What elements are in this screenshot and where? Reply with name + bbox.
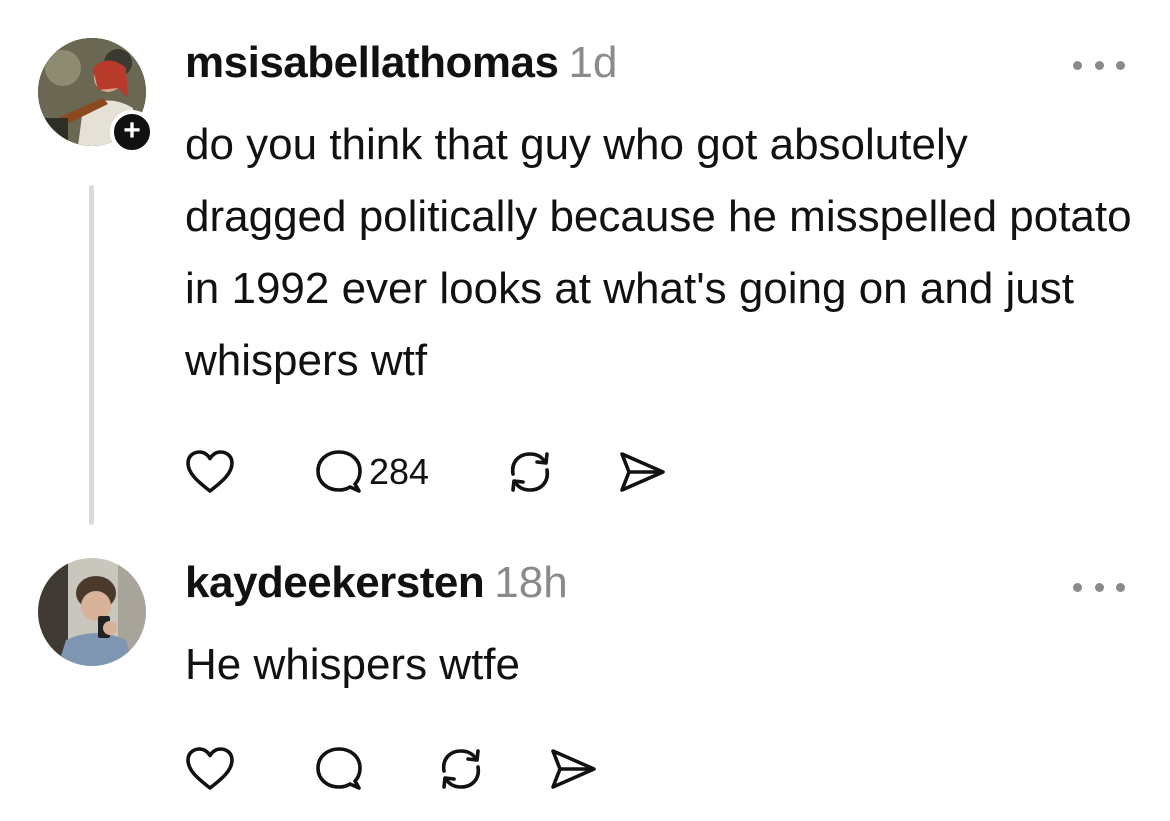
comment-icon (316, 747, 362, 790)
reply-button[interactable]: 284 (315, 448, 429, 496)
avatar-photo-icon (38, 558, 146, 666)
like-button[interactable] (185, 449, 235, 495)
share-button[interactable] (616, 449, 668, 495)
timestamp: 1d (568, 38, 618, 87)
post-msisabellathomas: + msisabellathomas 1d do you think that g… (0, 0, 1170, 540)
post-header: msisabellathomas 1d (185, 38, 617, 88)
post-text: He whispers wtfe (185, 640, 521, 689)
avatar[interactable] (38, 558, 146, 666)
repost-button[interactable] (504, 448, 556, 496)
heart-icon (186, 747, 234, 790)
post-kaydeekersten: kaydeekersten 18h He whispers wtfe (0, 540, 1170, 821)
reply-count: 284 (369, 451, 430, 492)
more-dots-icon (1073, 582, 1082, 592)
send-icon (551, 749, 596, 789)
username[interactable]: kaydeekersten (185, 558, 485, 607)
share-button[interactable] (547, 746, 599, 792)
post-text: do you think that guy who got absolutely… (185, 120, 1132, 385)
more-dot (1094, 60, 1104, 70)
repost-icon (510, 452, 550, 492)
more-dot (1116, 582, 1125, 592)
plus-icon: + (123, 114, 141, 147)
post-actions (185, 744, 599, 794)
repost-button[interactable] (435, 745, 487, 793)
more-dot (1116, 60, 1125, 70)
more-dot (1094, 582, 1104, 592)
comment-icon (316, 450, 362, 493)
heart-icon (186, 450, 234, 493)
timestamp: 18h (494, 558, 568, 607)
more-options-button[interactable] (1073, 55, 1125, 75)
more-options-button[interactable] (1073, 577, 1125, 597)
post-actions: 284 (185, 447, 668, 497)
username[interactable]: msisabellathomas (185, 38, 559, 87)
repost-icon (441, 749, 481, 789)
follow-plus-button[interactable]: + (110, 110, 154, 154)
send-icon (620, 452, 665, 492)
post-header: kaydeekersten 18h (185, 558, 568, 608)
like-button[interactable] (185, 746, 235, 792)
reply-button[interactable] (315, 745, 363, 793)
more-dots-icon (1073, 60, 1082, 70)
thread-connector-line (89, 185, 94, 525)
